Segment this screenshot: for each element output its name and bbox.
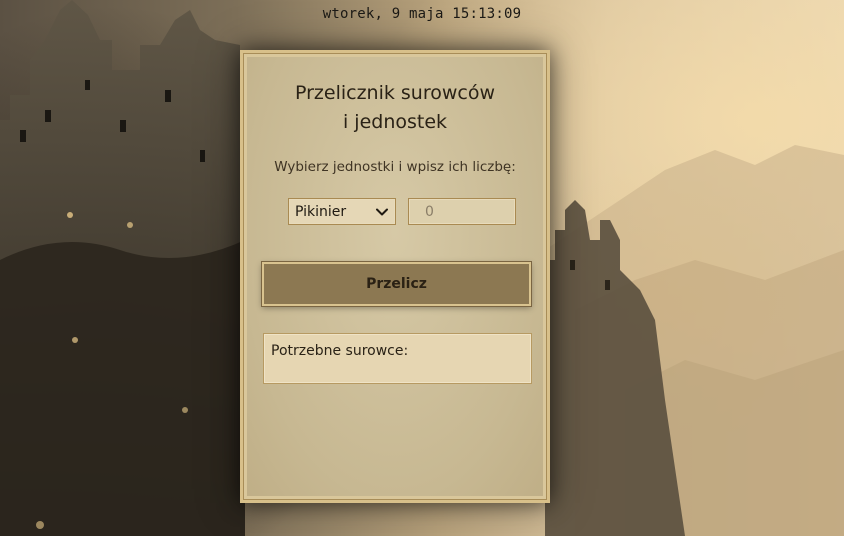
resources-result-box: Potrzebne surowce:	[263, 333, 532, 384]
calculate-button[interactable]: Przelicz	[262, 262, 531, 306]
panel-title-line1: Przelicznik surowców	[294, 82, 496, 104]
unit-select[interactable]: Pikinier	[288, 198, 396, 225]
converter-panel: Przelicznik surowców i jednostek Wybierz…	[240, 50, 550, 503]
castle-background-left	[0, 0, 245, 536]
chevron-down-icon	[376, 208, 388, 215]
unit-select-value: Pikinier	[295, 203, 347, 220]
instruction-text: Wybierz jednostki i wpisz ich liczbę:	[274, 159, 516, 175]
panel-title: Przelicznik surowców i jednostek	[243, 79, 547, 137]
datetime-clock: wtorek, 9 maja 15:13:09	[322, 6, 522, 22]
panel-title-line2: i jednostek	[342, 111, 448, 133]
castle-background-right	[545, 200, 685, 536]
result-label: Potrzebne surowce:	[271, 343, 409, 359]
unit-count-input[interactable]	[408, 198, 516, 225]
